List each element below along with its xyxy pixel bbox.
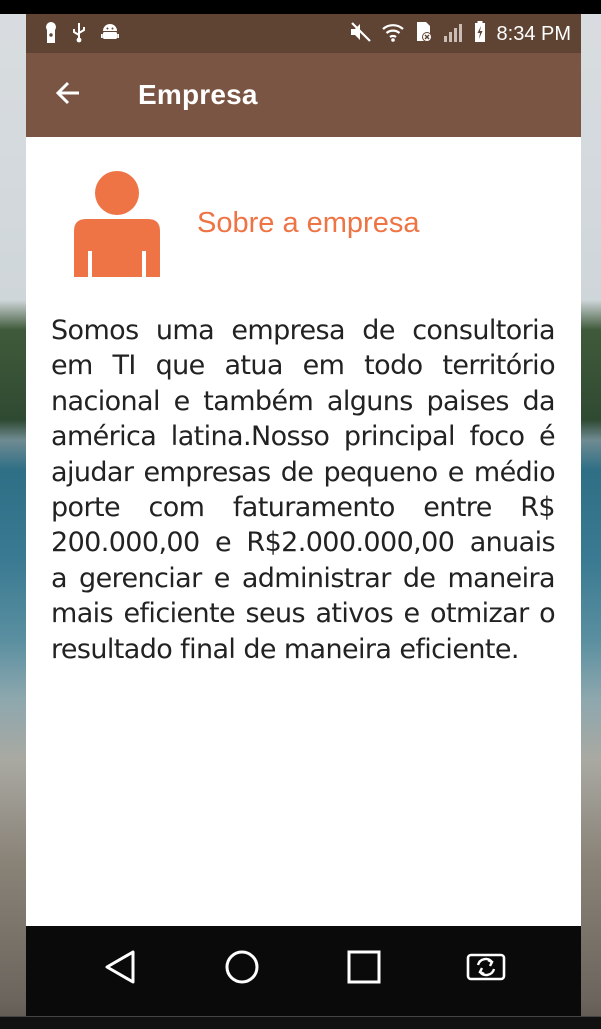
screen-rotate-icon bbox=[465, 952, 507, 987]
nav-rotate-button[interactable] bbox=[461, 944, 511, 994]
section-title: Sobre a empresa bbox=[197, 207, 420, 239]
nav-back-button[interactable] bbox=[95, 944, 145, 994]
usb-icon bbox=[72, 21, 86, 48]
person-icon bbox=[74, 171, 160, 277]
signal-icon bbox=[443, 21, 465, 48]
back-button[interactable] bbox=[48, 75, 88, 115]
nav-recents-button[interactable] bbox=[339, 944, 389, 994]
battery-icon bbox=[474, 20, 486, 48]
keyhole-icon bbox=[44, 21, 58, 48]
navigation-bar bbox=[26, 926, 581, 1016]
wifi-icon bbox=[381, 21, 405, 48]
phone-screen: 8:34 PM Empresa Sobre a empresa Somos um… bbox=[26, 14, 581, 1016]
company-description: Somos uma empresa de consultoria em TI q… bbox=[51, 315, 556, 665]
status-left-icons bbox=[44, 21, 120, 48]
arrow-left-icon bbox=[54, 79, 82, 112]
page-title: Empresa bbox=[138, 79, 258, 110]
status-time: 8:34 PM bbox=[496, 22, 571, 45]
android-icon bbox=[100, 22, 120, 47]
device-frame-bottom bbox=[0, 1016, 601, 1029]
status-bar: 8:34 PM bbox=[26, 14, 581, 53]
nav-home-button[interactable] bbox=[217, 944, 267, 994]
back-triangle-icon bbox=[103, 949, 137, 990]
status-right-icons: 8:34 PM bbox=[348, 20, 571, 48]
recents-square-icon bbox=[346, 949, 382, 990]
home-circle-icon bbox=[224, 949, 260, 990]
mute-icon bbox=[348, 21, 372, 48]
app-bar: Empresa bbox=[26, 53, 581, 137]
device-frame-top bbox=[0, 0, 601, 14]
sim-icon bbox=[414, 21, 434, 48]
main-content: Sobre a empresa Somos uma empresa de con… bbox=[26, 137, 581, 926]
